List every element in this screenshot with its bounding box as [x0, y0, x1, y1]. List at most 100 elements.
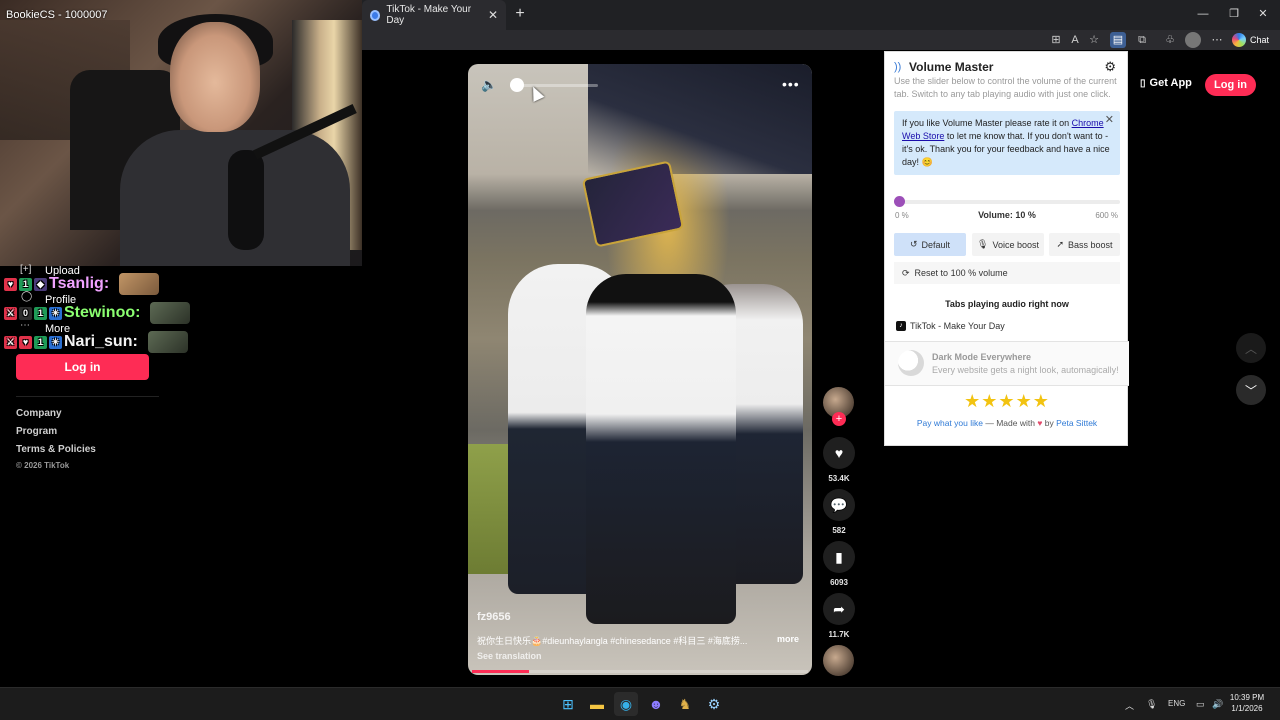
rocket-icon: ➚ [1056, 239, 1064, 249]
settings-more-icon[interactable]: ⋯ [1209, 32, 1225, 48]
default-preset-button[interactable]: ↺ Default [894, 233, 966, 256]
maximize-icon[interactable]: ❐ [1224, 5, 1244, 23]
volume-tray-icon[interactable]: 🔊 [1212, 699, 1223, 710]
see-translation-link[interactable]: See translation [477, 651, 542, 661]
microphone-tray-icon[interactable]: 🎙 [1146, 699, 1157, 710]
author-link[interactable]: Peta Sittek [1056, 418, 1097, 428]
webcam-overlay [0, 0, 362, 266]
heart-badge-icon: ♥ [4, 277, 17, 291]
header-login-button[interactable]: Log in [1205, 74, 1256, 96]
window-close-icon[interactable]: ✕ [1253, 5, 1273, 23]
audio-tab-label: TikTok - Make Your Day [910, 321, 1005, 331]
chat-line: ⚔ 0 1 ✳ Stewinoo: [4, 302, 191, 324]
favorites-bar-icon[interactable]: ♧ [1162, 32, 1178, 48]
rating-stars-icon[interactable]: ★★★★★ [885, 391, 1129, 412]
clock-time: 10:39 PM [1229, 693, 1265, 702]
vm-volume-thumb[interactable] [893, 196, 905, 207]
edge-browser-icon[interactable]: ◉ [614, 692, 638, 716]
volume-master-extension-icon[interactable]: ▤ [1110, 32, 1126, 48]
tray-chevron-up-icon[interactable]: ︿ [1125, 699, 1134, 712]
browser-tab[interactable]: TikTok - Make Your Day ✕ [362, 0, 506, 30]
gear-icon[interactable]: ⚙ [1104, 59, 1116, 75]
video-player[interactable] [468, 64, 812, 675]
steam-icon[interactable]: ⚙ [702, 692, 726, 716]
tab-title: TikTok - Make Your Day [386, 4, 472, 26]
read-aloud-icon[interactable]: A [1067, 32, 1083, 48]
video-author[interactable]: fz9656 [477, 611, 511, 623]
windows-taskbar [0, 687, 1280, 720]
save-count: 6093 [830, 578, 848, 587]
dark-mode-title: Dark Mode Everywhere [932, 352, 1032, 362]
pay-what-you-like-link[interactable]: Pay what you like [917, 418, 983, 428]
sidebar-login-button[interactable]: Log in [16, 354, 149, 380]
follow-plus-icon[interactable]: + [832, 412, 846, 426]
favorite-star-icon[interactable]: ☆ [1086, 32, 1102, 48]
vm-volume-slider[interactable] [895, 200, 1120, 204]
voice-boost-button[interactable]: 🎙 Voice boost [972, 233, 1044, 256]
vm-rate-notice: If you like Volume Master please rate it… [894, 111, 1120, 175]
system-clock[interactable]: 10:39 PM 1/1/2026 [1225, 692, 1269, 714]
get-app-button[interactable]: ▯ Get App [1140, 77, 1192, 89]
tab-close-icon[interactable]: ✕ [488, 8, 498, 22]
frog-emote-icon [150, 302, 191, 324]
footer-link-terms[interactable]: Terms & Policies [16, 444, 96, 455]
extensions-icon[interactable]: ⧉ [1134, 32, 1150, 48]
like-heart-icon[interactable]: ♥ [823, 437, 855, 469]
new-tab-icon[interactable]: + [511, 5, 529, 23]
caption-more-link[interactable]: more [777, 634, 799, 644]
reset-label: Reset to 100 % volume [914, 268, 1008, 278]
chat-username: Tsanlig: [49, 275, 110, 292]
vm-volume-value: Volume: 10 % [978, 210, 1036, 220]
close-icon[interactable]: ✕ [1105, 114, 1114, 127]
minimize-icon[interactable]: — [1193, 5, 1213, 23]
sub-badge-icon: 1 [19, 277, 32, 291]
sound-disc-avatar[interactable] [823, 645, 854, 676]
video-more-options-icon[interactable]: ••• [782, 76, 800, 92]
speaker-mute-icon[interactable]: 🔈 [481, 77, 497, 93]
clock-date: 1/1/2026 [1231, 704, 1263, 713]
video-progress-bar[interactable] [472, 670, 808, 673]
phone-icon: ▯ [1140, 77, 1146, 89]
app-grid-icon[interactable]: ⊞ [1048, 32, 1064, 48]
snowflake-badge-icon: ✳ [49, 306, 62, 320]
like-count: 53.4K [828, 474, 850, 483]
sub-badge-icon: 1 [34, 306, 47, 320]
game-app-icon[interactable]: ♞ [673, 692, 697, 716]
copilot-chat-button[interactable]: Chat [1232, 31, 1269, 49]
sound-wave-icon: )) [894, 61, 902, 73]
discord-icon[interactable]: ☻ [644, 692, 668, 716]
reset-volume-button[interactable]: ⟳ Reset to 100 % volume [894, 262, 1120, 284]
footer-link-program[interactable]: Program [16, 426, 57, 437]
og-badge-icon: 0 [19, 306, 32, 320]
tiktok-favicon-icon [370, 9, 381, 21]
footer-link-company[interactable]: Company [16, 408, 62, 419]
chevron-up-icon[interactable]: ︿ [1236, 333, 1266, 363]
shield-badge-icon: ◆ [34, 277, 47, 291]
bookmark-icon[interactable]: ▮ [823, 541, 855, 573]
sidebar-divider [16, 396, 159, 397]
windows-start-icon[interactable]: ⊞ [556, 692, 580, 716]
copyright: © 2026 TikTok [16, 461, 70, 470]
snowflake-badge-icon: ✳ [49, 335, 62, 349]
share-arrow-icon[interactable]: ➦ [823, 593, 855, 625]
bass-boost-label: Bass boost [1068, 239, 1113, 250]
cat-emote-icon [119, 273, 160, 295]
comment-icon[interactable]: 💬 [823, 489, 855, 521]
vm-description: Use the slider below to control the volu… [894, 76, 1117, 99]
network-icon[interactable]: ▭ [1196, 699, 1205, 710]
moon-icon [898, 350, 924, 376]
sword-badge-icon: ⚔ [4, 306, 17, 320]
chevron-down-icon[interactable]: ﹀ [1236, 375, 1266, 405]
chat-line: ⚔ ♥ 1 ✳ Nari_sun: [4, 331, 188, 353]
bass-boost-button[interactable]: ➚ Bass boost [1049, 233, 1120, 256]
dark-mode-promo[interactable]: Dark Mode Everywhere Every website gets … [885, 342, 1129, 385]
rate-text-1: If you like Volume Master please rate it… [902, 118, 1070, 128]
language-indicator[interactable]: ENG [1168, 699, 1185, 708]
profile-avatar-icon[interactable] [1185, 32, 1201, 48]
audio-tab-item[interactable]: ♪ TikTok - Make Your Day [896, 321, 1005, 331]
vm-footer: Pay what you like — Made with ♥ by Peta … [885, 418, 1129, 428]
streamer-label: BookieCS - 1000007 [6, 9, 108, 21]
file-explorer-icon[interactable]: ▬ [585, 692, 609, 716]
video-volume-thumb[interactable] [510, 78, 524, 92]
comment-count: 582 [832, 526, 846, 535]
